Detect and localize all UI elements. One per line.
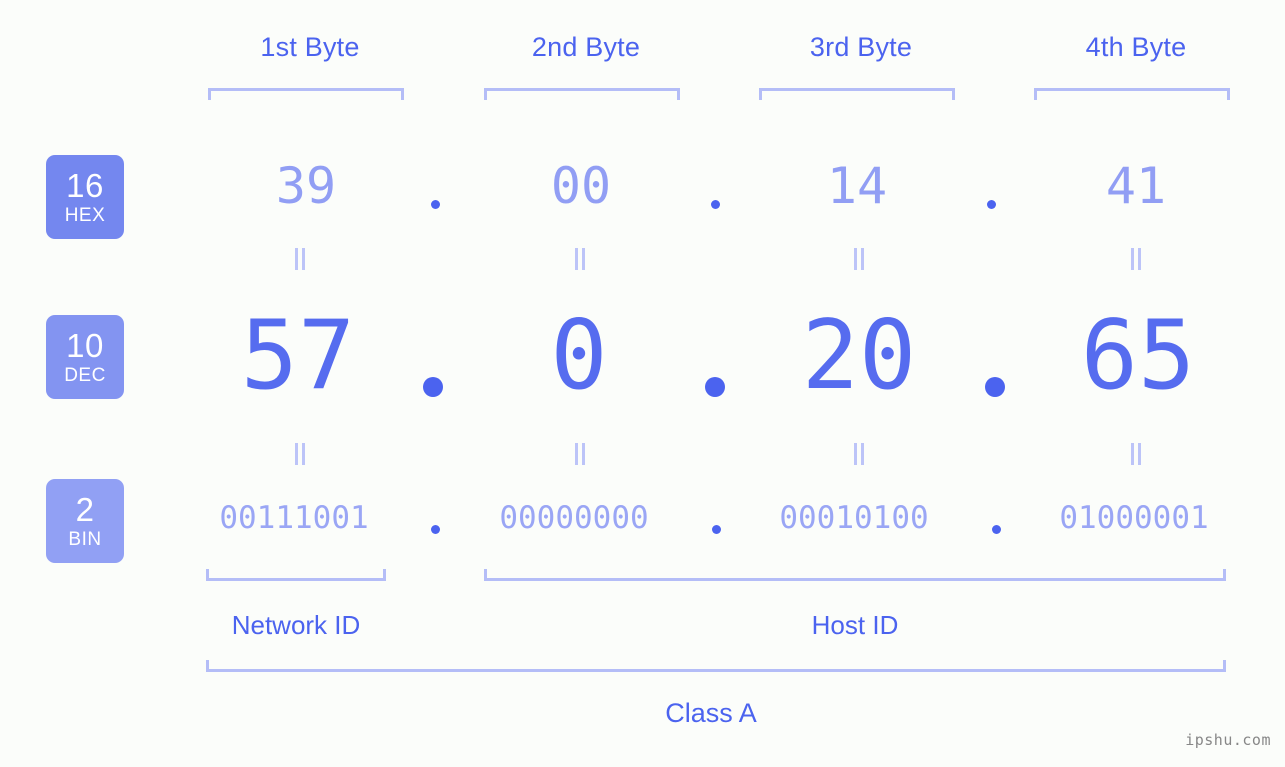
byte-bracket-2: [484, 88, 680, 100]
host-id-label: Host ID: [811, 610, 899, 640]
base-badge-dec-number: 10: [66, 327, 104, 364]
dec-octet-3: 20: [801, 301, 917, 411]
network-id-bracket: [206, 569, 386, 581]
base-badge-hex-label: HEX: [64, 205, 106, 226]
class-bracket: [206, 660, 1226, 672]
bin-octet-2: 00000000: [499, 500, 649, 536]
bin-separator-dot-2: [712, 525, 721, 534]
class-label: Class A: [665, 698, 757, 728]
hex-separator-dot-3: [987, 200, 996, 209]
base-badge-dec-label: DEC: [64, 365, 106, 386]
bin-octet-3: 00010100: [779, 500, 929, 536]
base-badge-hex-number: 16: [66, 167, 104, 204]
hex-separator-dot-2: [711, 200, 720, 209]
host-id-bracket: [484, 569, 1226, 581]
equals-mark-hex-dec-2: [572, 248, 588, 270]
ip-address-breakdown-diagram: 1st Byte 2nd Byte 3rd Byte 4th Byte 16 H…: [0, 0, 1285, 767]
equals-mark-hex-dec-3: [851, 248, 867, 270]
byte-bracket-3: [759, 88, 955, 100]
equals-mark-dec-bin-3: [851, 443, 867, 465]
byte-bracket-1: [208, 88, 404, 100]
equals-mark-dec-bin-1: [292, 443, 308, 465]
byte-header-3: 3rd Byte: [809, 32, 913, 62]
base-badge-dec: 10 DEC: [46, 315, 124, 399]
equals-mark-dec-bin-2: [572, 443, 588, 465]
bin-octet-4: 01000001: [1059, 500, 1209, 536]
bin-octet-1: 00111001: [219, 500, 369, 536]
hex-octet-3: 14: [826, 157, 888, 215]
hex-octet-4: 41: [1105, 157, 1167, 215]
dec-separator-dot-1: [423, 377, 443, 397]
hex-octet-1: 39: [275, 157, 337, 215]
dec-octet-1: 57: [240, 301, 356, 411]
base-badge-bin-number: 2: [75, 491, 95, 528]
bin-separator-dot-3: [992, 525, 1001, 534]
dec-separator-dot-3: [985, 377, 1005, 397]
byte-bracket-4: [1034, 88, 1230, 100]
base-badge-hex: 16 HEX: [46, 155, 124, 239]
equals-mark-dec-bin-4: [1128, 443, 1144, 465]
byte-header-2: 2nd Byte: [531, 32, 641, 62]
equals-mark-hex-dec-4: [1128, 248, 1144, 270]
dec-separator-dot-2: [705, 377, 725, 397]
hex-octet-2: 00: [550, 157, 612, 215]
dec-octet-4: 65: [1080, 301, 1196, 411]
base-badge-bin-label: BIN: [68, 529, 102, 550]
dec-octet-2: 0: [550, 301, 608, 411]
site-watermark: ipshu.com: [1185, 731, 1271, 749]
equals-mark-hex-dec-1: [292, 248, 308, 270]
hex-separator-dot-1: [431, 200, 440, 209]
byte-header-1: 1st Byte: [260, 32, 360, 62]
bin-separator-dot-1: [431, 525, 440, 534]
byte-header-4: 4th Byte: [1085, 32, 1187, 62]
network-id-label: Network ID: [231, 610, 361, 640]
base-badge-bin: 2 BIN: [46, 479, 124, 563]
